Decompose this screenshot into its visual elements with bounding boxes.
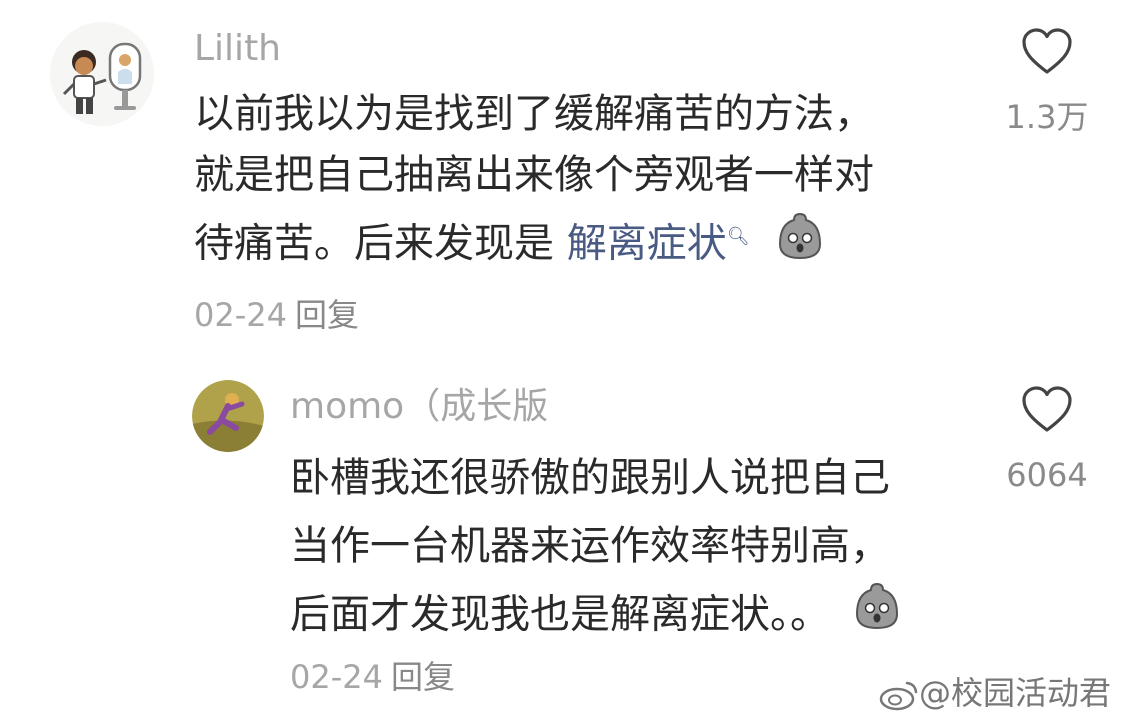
comment-lilith: Lilith 以前我以为是找到了缓解痛苦的方法， 就是把自己抽离出来像个旁观者一…	[0, 0, 1125, 350]
watermark: @校园活动君	[879, 668, 1111, 714]
watermark-text: @校园活动君	[918, 674, 1111, 712]
comment-text-line: 当作一台机器来运作效率特别高，	[290, 523, 890, 569]
comment-text-line: 以前我以为是找到了缓解痛苦的方法，	[194, 91, 874, 137]
reply-button[interactable]: 回复	[391, 658, 455, 696]
comment-date: 02-24	[194, 296, 287, 334]
search-icon[interactable]: 🔍︎	[727, 226, 750, 247]
comment-meta: 02-24 回复	[194, 294, 359, 336]
comment-text-fragment: 后面才发现我也是解离症状。。	[290, 591, 830, 638]
like-count: 6064	[1006, 456, 1088, 494]
avatar[interactable]	[50, 22, 154, 126]
comment-username[interactable]: Lilith	[194, 26, 281, 72]
comment-text-fragment: 待痛苦。后来发现是	[194, 220, 567, 267]
shocked-blob-emoji	[774, 210, 826, 280]
like-button[interactable]: 1.3万	[992, 28, 1102, 138]
heart-outline-icon[interactable]	[1021, 28, 1073, 76]
comment-text: 以前我以为是找到了缓解痛苦的方法， 就是把自己抽离出来像个旁观者一样对 待痛苦。…	[194, 84, 874, 280]
reply-button[interactable]: 回复	[295, 296, 359, 334]
avatar[interactable]	[192, 380, 264, 452]
comment-date: 02-24	[290, 658, 383, 696]
shocked-blob-emoji	[851, 580, 903, 653]
comment-username[interactable]: momo（成长版	[290, 384, 548, 430]
like-count: 1.3万	[1005, 98, 1089, 136]
comment-text-line: 卧槽我还很骄傲的跟别人说把自己	[290, 455, 890, 501]
comment-text-line: 就是把自己抽离出来像个旁观者一样对	[194, 152, 874, 198]
comment-meta: 02-24 回复	[290, 656, 455, 698]
heart-outline-icon[interactable]	[1021, 386, 1073, 434]
comment-text-line: 待痛苦。后来发现是 解离症状🔍︎	[194, 206, 874, 280]
comment-text: 卧槽我还很骄傲的跟别人说把自己 当作一台机器来运作效率特别高， 后面才发现我也是…	[290, 444, 903, 653]
like-button[interactable]: 6064	[992, 386, 1102, 496]
weibo-logo-icon	[879, 681, 918, 711]
comment-text-line: 后面才发现我也是解离症状。。	[290, 580, 903, 653]
keyword-search-link[interactable]: 解离症状	[567, 220, 727, 266]
comment-momo: momo（成长版 卧槽我还很骄傲的跟别人说把自己 当作一台机器来运作效率特别高，…	[0, 350, 1125, 722]
